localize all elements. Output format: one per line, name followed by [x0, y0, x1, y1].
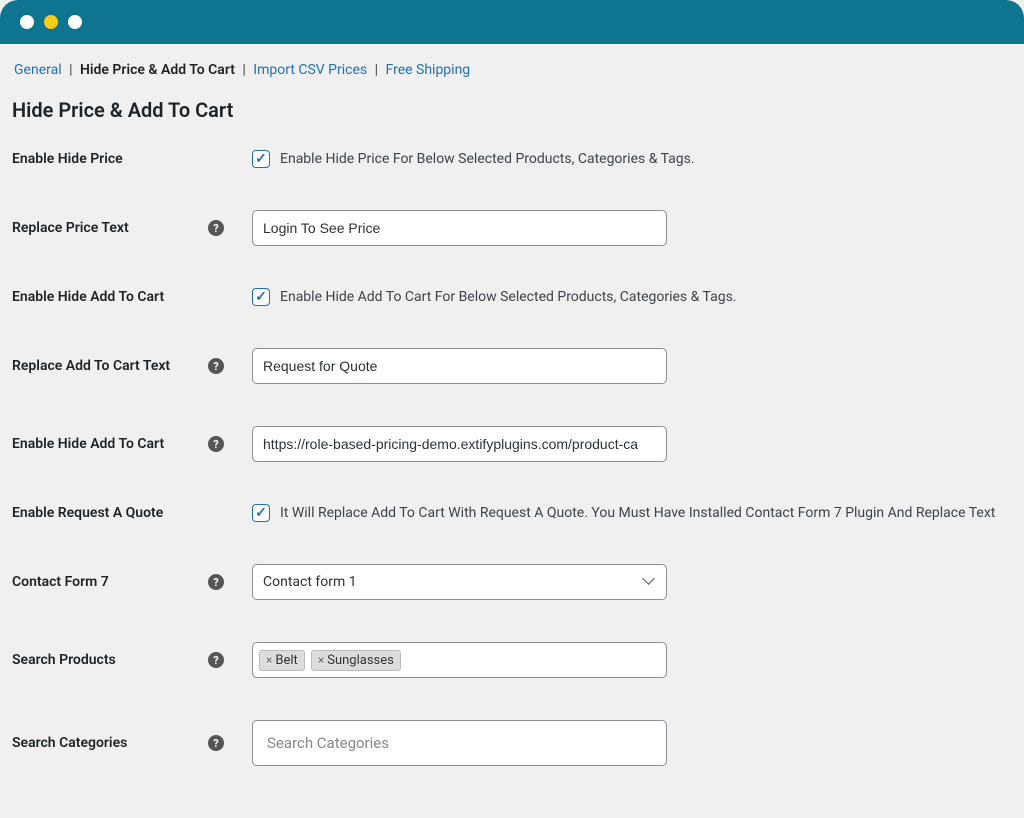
tab-free-shipping[interactable]: Free Shipping — [386, 62, 471, 78]
tab-import-csv[interactable]: Import CSV Prices — [253, 62, 367, 78]
field-replace-price-text: Replace Price Text ? — [12, 210, 1012, 246]
field-search-categories: Search Categories ? Search Categories — [12, 720, 1012, 766]
tag-item[interactable]: ×Sunglasses — [311, 650, 401, 671]
help-icon[interactable]: ? — [208, 358, 224, 374]
content-area: General | Hide Price & Add To Cart | Imp… — [0, 44, 1024, 818]
field-label: Replace Add To Cart Text — [12, 358, 170, 374]
checkbox-enable-hide-atc[interactable] — [252, 288, 270, 306]
input-atc-url[interactable] — [252, 426, 667, 462]
field-replace-atc-text: Replace Add To Cart Text ? — [12, 348, 1012, 384]
page-title: Hide Price & Add To Cart — [12, 98, 1012, 122]
tab-hide-price[interactable]: Hide Price & Add To Cart — [80, 62, 235, 78]
field-label: Replace Price Text — [12, 220, 129, 236]
close-icon[interactable]: × — [318, 653, 324, 667]
input-replace-atc-text[interactable] — [252, 348, 667, 384]
help-icon[interactable]: ? — [208, 735, 224, 751]
tab-nav: General | Hide Price & Add To Cart | Imp… — [12, 62, 1012, 78]
window-titlebar — [0, 0, 1024, 44]
checkbox-description: Enable Hide Price For Below Selected Pro… — [280, 151, 695, 167]
field-enable-hide-atc-url: Enable Hide Add To Cart ? — [12, 426, 1012, 462]
placeholder-text: Search Categories — [267, 734, 389, 752]
field-enable-hide-atc: Enable Hide Add To Cart Enable Hide Add … — [12, 288, 1012, 306]
field-enable-raq: Enable Request A Quote It Will Replace A… — [12, 504, 1012, 522]
help-icon[interactable]: ? — [208, 574, 224, 590]
field-label: Enable Hide Price — [12, 151, 123, 167]
window-dot — [44, 15, 58, 29]
checkbox-description: Enable Hide Add To Cart For Below Select… — [280, 289, 737, 305]
select-value: Contact form 1 — [263, 574, 357, 590]
window-dot — [68, 15, 82, 29]
help-icon[interactable]: ? — [208, 652, 224, 668]
field-label: Enable Hide Add To Cart — [12, 436, 164, 452]
chevron-down-icon — [644, 576, 656, 588]
checkbox-description: It Will Replace Add To Cart With Request… — [280, 505, 995, 521]
tab-general[interactable]: General — [14, 62, 62, 78]
close-icon[interactable]: × — [266, 653, 272, 667]
input-replace-price-text[interactable] — [252, 210, 667, 246]
tags-input-products[interactable]: ×Belt ×Sunglasses — [252, 642, 667, 678]
field-search-products: Search Products ? ×Belt ×Sunglasses — [12, 642, 1012, 678]
tag-item[interactable]: ×Belt — [259, 650, 305, 671]
help-icon[interactable]: ? — [208, 436, 224, 452]
field-label: Contact Form 7 — [12, 574, 109, 590]
window-dot — [20, 15, 34, 29]
field-label: Search Categories — [12, 735, 127, 751]
field-label: Search Products — [12, 652, 116, 668]
help-icon[interactable]: ? — [208, 220, 224, 236]
checkbox-enable-hide-price[interactable] — [252, 150, 270, 168]
field-enable-hide-price: Enable Hide Price Enable Hide Price For … — [12, 150, 1012, 168]
field-contact-form: Contact Form 7 ? Contact form 1 — [12, 564, 1012, 600]
select-contact-form[interactable]: Contact form 1 — [252, 564, 667, 600]
checkbox-enable-raq[interactable] — [252, 504, 270, 522]
field-label: Enable Hide Add To Cart — [12, 289, 164, 305]
tags-input-categories[interactable]: Search Categories — [252, 720, 667, 766]
field-label: Enable Request A Quote — [12, 505, 163, 521]
